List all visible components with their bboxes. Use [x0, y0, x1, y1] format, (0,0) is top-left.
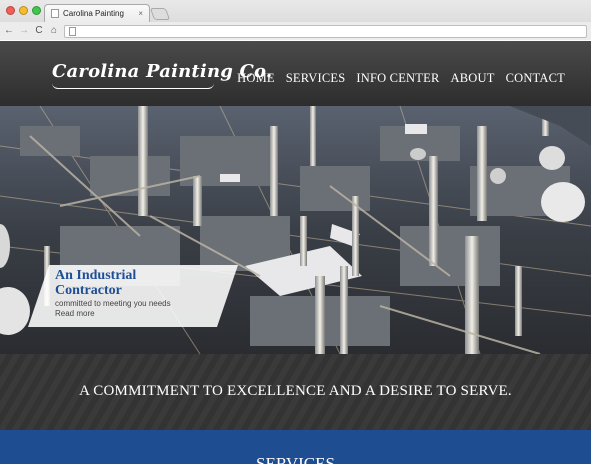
nav-services[interactable]: SERVICES: [286, 71, 346, 86]
logo-swoosh: [52, 83, 214, 89]
tagline-band: A COMMITMENT TO EXCELLENCE AND A DESIRE …: [0, 354, 591, 430]
nav-contact[interactable]: CONTACT: [506, 71, 565, 86]
hero-caption-title: An Industrial Contractor: [55, 268, 137, 298]
hero-caption-subtitle: committed to meeting you needs: [55, 299, 171, 308]
reload-icon[interactable]: C: [34, 26, 44, 36]
tagline-text: A COMMITMENT TO EXCELLENCE AND A DESIRE …: [79, 383, 512, 399]
main-nav: HOME SERVICES INFO CENTER ABOUT CONTACT: [237, 71, 565, 86]
zoom-window-button[interactable]: [32, 6, 41, 15]
site-header: Carolina Painting Co. HOME SERVICES INFO…: [0, 41, 591, 106]
close-tab-icon[interactable]: ×: [138, 9, 143, 18]
new-tab-button[interactable]: [149, 8, 171, 20]
close-window-button[interactable]: [6, 6, 15, 15]
read-more-link[interactable]: Read more: [55, 309, 95, 318]
tab-title: Carolina Painting: [63, 9, 124, 18]
tab-strip: Carolina Painting ×: [0, 0, 591, 22]
services-heading: SERVICES: [256, 454, 335, 464]
nav-info-center[interactable]: INFO CENTER: [356, 71, 439, 86]
page-icon: [51, 9, 59, 18]
window-controls: [6, 6, 41, 15]
address-bar[interactable]: [64, 24, 587, 38]
browser-tab[interactable]: Carolina Painting ×: [44, 4, 150, 22]
browser-chrome: Carolina Painting × ← → C ⌂: [0, 0, 591, 40]
home-icon[interactable]: ⌂: [49, 26, 59, 36]
services-section: SERVICES: [0, 430, 591, 464]
minimize-window-button[interactable]: [19, 6, 28, 15]
back-icon[interactable]: ←: [4, 26, 14, 36]
forward-icon[interactable]: →: [19, 26, 29, 36]
page-icon: [69, 26, 76, 36]
nav-about[interactable]: ABOUT: [451, 71, 495, 86]
browser-toolbar: ← → C ⌂: [0, 22, 591, 40]
nav-home[interactable]: HOME: [237, 71, 275, 86]
